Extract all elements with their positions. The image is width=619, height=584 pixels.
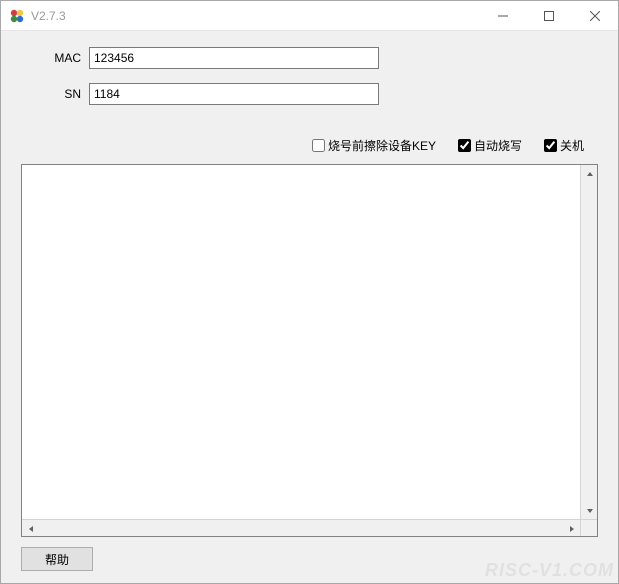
erase-key-checkbox[interactable]: 烧号前擦除设备KEY <box>312 137 436 154</box>
sn-input[interactable] <box>89 83 379 105</box>
auto-burn-checkbox[interactable]: 自动烧写 <box>458 137 522 154</box>
auto-burn-label: 自动烧写 <box>474 137 522 154</box>
sn-row: SN <box>21 83 598 105</box>
shutdown-input[interactable] <box>544 139 557 152</box>
maximize-button[interactable] <box>526 1 572 31</box>
mac-input[interactable] <box>89 47 379 69</box>
erase-key-label: 烧号前擦除设备KEY <box>328 137 436 154</box>
erase-key-input[interactable] <box>312 139 325 152</box>
mac-label: MAC <box>21 51 81 65</box>
checkbox-row: 烧号前擦除设备KEY 自动烧写 关机 <box>21 137 584 154</box>
mac-row: MAC <box>21 47 598 69</box>
minimize-button[interactable] <box>480 1 526 31</box>
scroll-down-icon[interactable] <box>581 502 598 519</box>
close-button[interactable] <box>572 1 618 31</box>
vertical-scrollbar[interactable] <box>580 165 597 519</box>
app-window: V2.7.3 MAC SN 烧号前擦除设备KEY 自动烧写 <box>0 0 619 584</box>
app-icon <box>9 8 25 24</box>
window-title: V2.7.3 <box>31 9 66 23</box>
sn-label: SN <box>21 87 81 101</box>
scroll-corner <box>580 519 597 536</box>
scroll-right-icon[interactable] <box>563 520 580 537</box>
shutdown-label: 关机 <box>560 137 584 154</box>
footer: 帮助 <box>21 547 598 571</box>
scroll-up-icon[interactable] <box>581 165 598 182</box>
client-area: MAC SN 烧号前擦除设备KEY 自动烧写 关机 <box>1 31 618 583</box>
help-button[interactable]: 帮助 <box>21 547 93 571</box>
log-box <box>21 164 598 537</box>
log-content[interactable] <box>22 165 580 519</box>
shutdown-checkbox[interactable]: 关机 <box>544 137 584 154</box>
auto-burn-input[interactable] <box>458 139 471 152</box>
horizontal-scrollbar[interactable] <box>22 519 580 536</box>
scroll-left-icon[interactable] <box>22 520 39 537</box>
titlebar: V2.7.3 <box>1 1 618 31</box>
